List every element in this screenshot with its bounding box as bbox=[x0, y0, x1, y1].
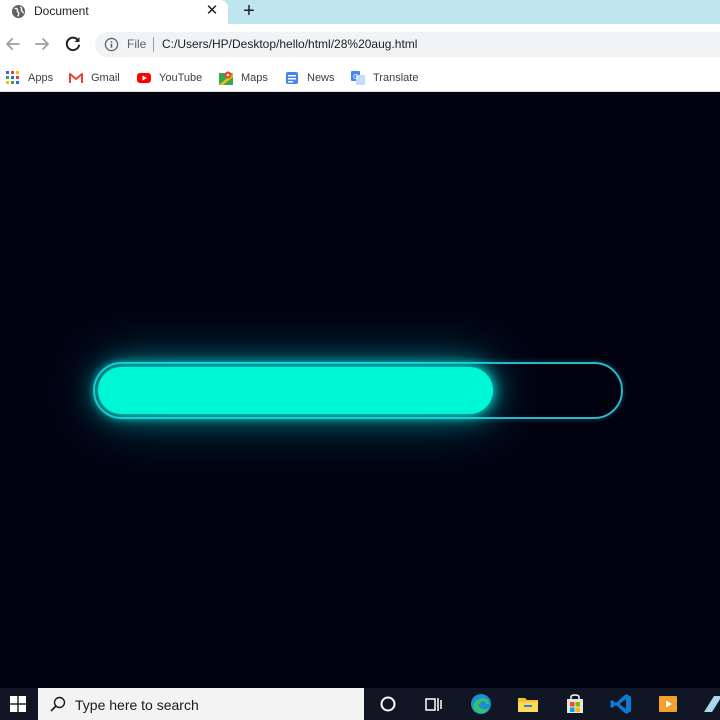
tab-strip: Document ✕ + bbox=[0, 0, 720, 24]
page-content bbox=[0, 92, 720, 688]
store-icon[interactable] bbox=[563, 692, 587, 716]
gmail-icon bbox=[69, 73, 83, 83]
start-button[interactable] bbox=[0, 688, 36, 720]
maps-icon bbox=[219, 71, 233, 85]
tab-title: Document bbox=[34, 4, 89, 18]
task-view-icon[interactable] bbox=[421, 692, 445, 716]
taskbar-search-box[interactable]: Type here to search bbox=[38, 688, 364, 720]
scheme-label: File bbox=[127, 37, 147, 51]
bookmark-maps[interactable]: Maps bbox=[219, 68, 268, 88]
browser-toolbar: File C:/Users/HP/Desktop/hello/html/28%2… bbox=[0, 24, 720, 64]
bookmark-label: Apps bbox=[28, 72, 54, 84]
address-bar[interactable]: File C:/Users/HP/Desktop/hello/html/28%2… bbox=[95, 32, 720, 57]
screen: Document ✕ + File C:/Users/HP/Desktop/he… bbox=[0, 0, 720, 720]
cortana-icon[interactable] bbox=[376, 692, 400, 716]
info-icon[interactable] bbox=[104, 37, 119, 52]
vscode-icon[interactable] bbox=[609, 692, 633, 716]
windows-start-icon bbox=[10, 696, 26, 712]
progress-track bbox=[93, 362, 623, 419]
forward-arrow-icon[interactable] bbox=[31, 33, 53, 55]
bookmark-label: Maps bbox=[241, 72, 268, 84]
progress-fill bbox=[98, 367, 493, 414]
media-player-icon[interactable] bbox=[656, 692, 680, 716]
bookmark-news[interactable]: News bbox=[285, 68, 335, 88]
globe-icon bbox=[11, 4, 26, 19]
edge-icon[interactable] bbox=[469, 692, 493, 716]
windows-taskbar: Type here to search bbox=[0, 688, 720, 720]
back-arrow-icon[interactable] bbox=[2, 33, 24, 55]
search-placeholder: Type here to search bbox=[75, 697, 199, 713]
file-explorer-icon[interactable] bbox=[516, 692, 540, 716]
bookmark-label: YouTube bbox=[159, 72, 203, 84]
news-icon bbox=[286, 72, 298, 84]
new-tab-button[interactable]: + bbox=[238, 0, 260, 24]
url-text[interactable]: C:/Users/HP/Desktop/hello/html/28%20aug.… bbox=[162, 37, 417, 51]
bookmark-label: News bbox=[307, 72, 335, 84]
pinned-app-icon[interactable] bbox=[700, 692, 720, 716]
reload-icon[interactable] bbox=[62, 33, 84, 55]
browser-tab[interactable]: Document ✕ bbox=[0, 0, 228, 24]
bookmark-label: Gmail bbox=[91, 72, 120, 84]
bookmark-youtube[interactable]: YouTube bbox=[137, 68, 202, 88]
search-icon bbox=[50, 696, 66, 712]
bookmarks-bar: Apps Gmail YouTube Maps News G Translate bbox=[0, 64, 720, 92]
bookmark-translate[interactable]: G Translate bbox=[351, 68, 418, 88]
bookmark-label: Translate bbox=[373, 72, 419, 84]
svg-text:G: G bbox=[353, 73, 358, 81]
tab-close-icon[interactable]: ✕ bbox=[204, 2, 220, 20]
address-divider bbox=[153, 37, 154, 52]
bookmark-gmail[interactable]: Gmail bbox=[69, 68, 120, 88]
apps-grid-icon bbox=[6, 71, 19, 84]
youtube-icon bbox=[137, 73, 151, 83]
bookmark-apps[interactable]: Apps bbox=[6, 68, 53, 88]
translate-icon: G bbox=[351, 71, 365, 85]
